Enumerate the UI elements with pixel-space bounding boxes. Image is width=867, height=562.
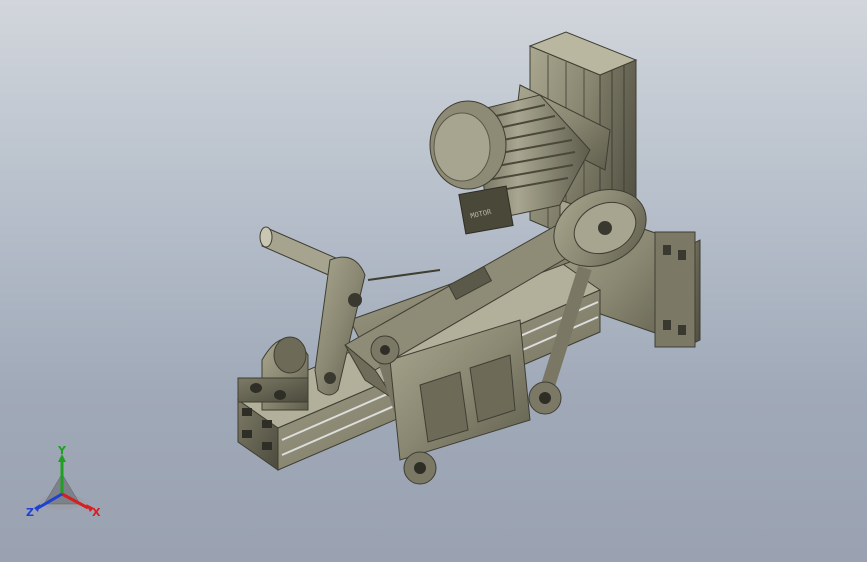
pillow-block-bearings [237,336,309,411]
x-axis-label: X [92,506,101,519]
cad-viewport[interactable]: MOTOR Y X Z [0,0,867,562]
belt-grinder-model[interactable]: MOTOR [0,0,867,562]
axis-triad: Y X Z [26,446,101,519]
z-axis-label: Z [26,506,34,519]
y-axis-label: Y [57,446,67,457]
